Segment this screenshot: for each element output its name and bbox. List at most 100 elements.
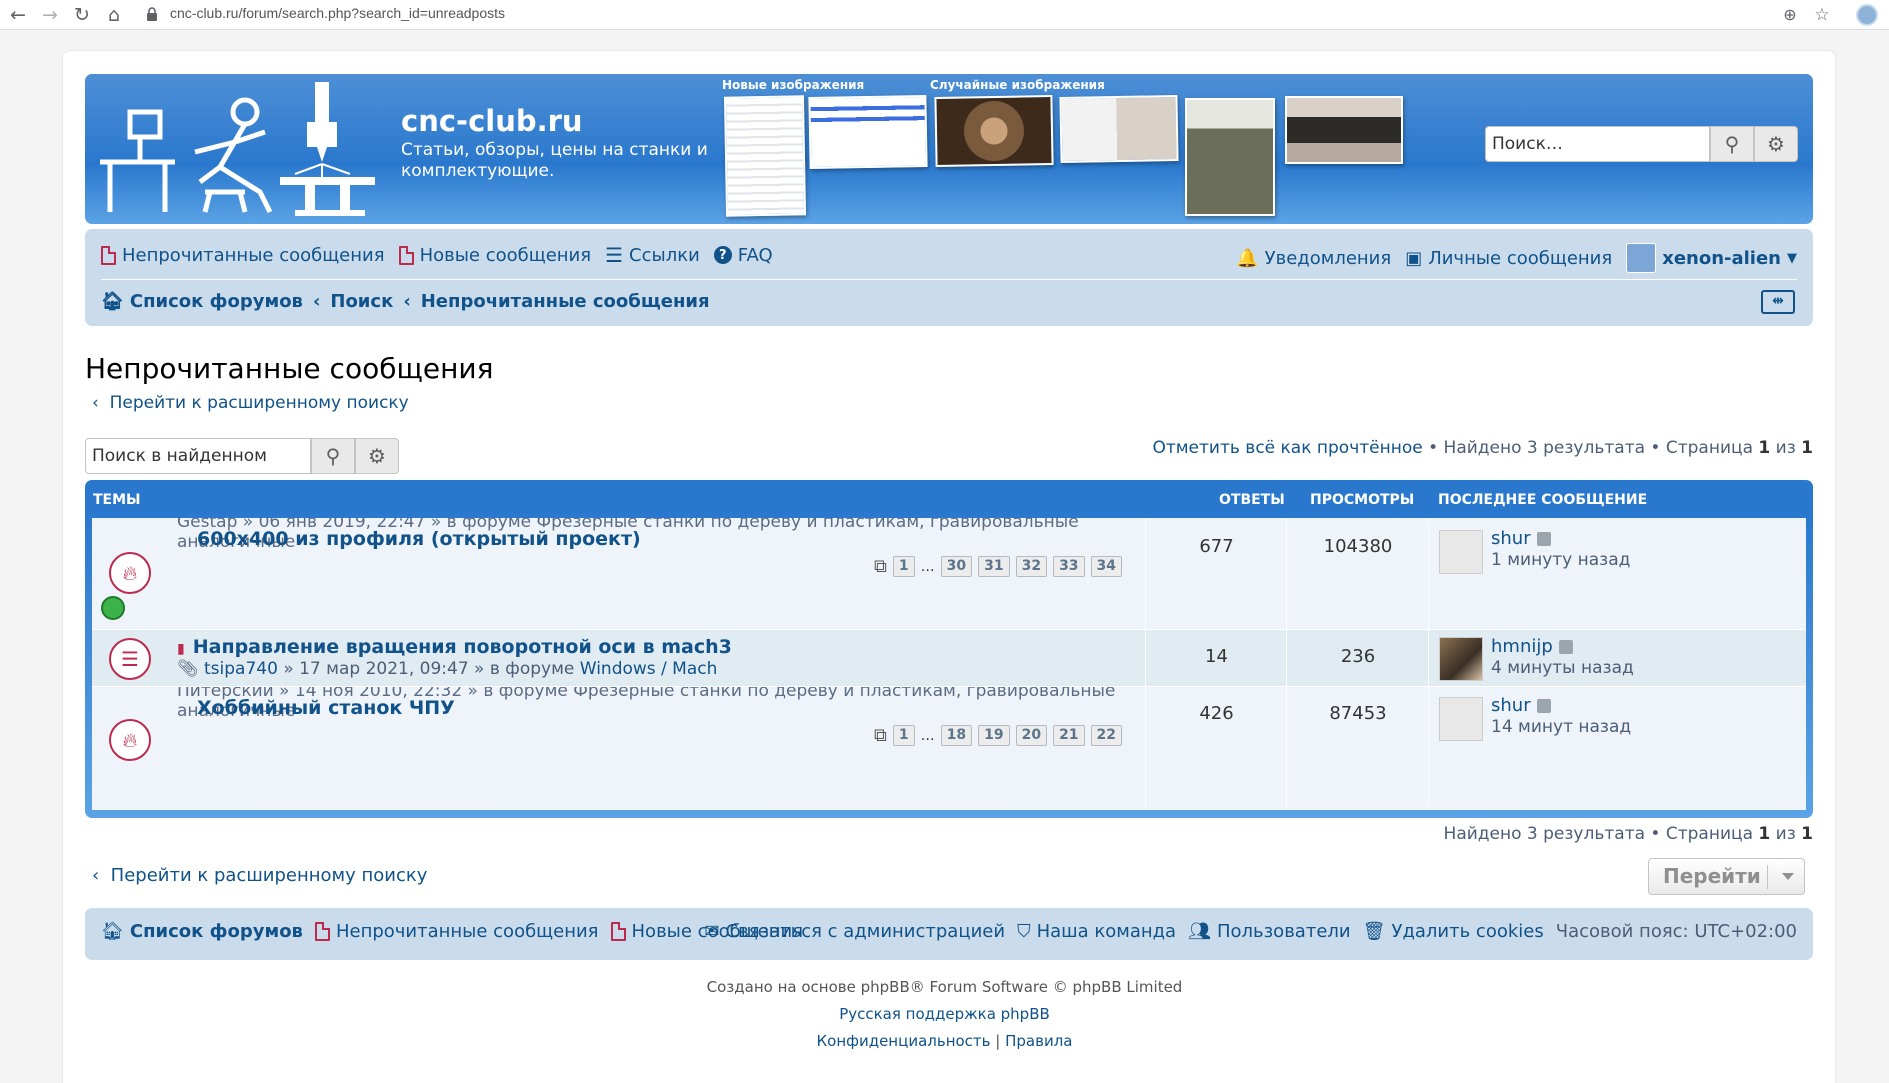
page-link[interactable]: 31 bbox=[978, 556, 1010, 577]
topic-row: 🔥︎ Питерский » 14 ноя 2010, 22:32 » в фо… bbox=[92, 687, 1806, 810]
user-menu[interactable]: xenon-alien ▼ bbox=[1626, 243, 1797, 273]
nav-links-link[interactable]: ☰ Ссылки bbox=[605, 243, 700, 267]
inbox-icon: ▣ bbox=[1405, 247, 1423, 269]
replies-cell: 14 bbox=[1145, 630, 1286, 686]
header-search-input[interactable]: Поиск… bbox=[1485, 126, 1710, 162]
random-image-thumb-4[interactable] bbox=[1285, 96, 1403, 164]
topic-author-link[interactable]: tsipa740 bbox=[204, 659, 278, 679]
go-to-post-icon[interactable] bbox=[1536, 532, 1551, 546]
nav-pm-link[interactable]: ▣ Личные сообщения bbox=[1405, 248, 1612, 269]
search-icon[interactable]: ⚲ bbox=[311, 438, 355, 474]
file-icon bbox=[610, 922, 626, 941]
nav-faq-link[interactable]: ? FAQ bbox=[713, 245, 773, 266]
forward-icon[interactable]: → bbox=[38, 3, 62, 27]
last-post-author[interactable]: shur bbox=[1491, 528, 1551, 549]
pages-icon: ⧉ bbox=[874, 556, 887, 577]
random-image-thumb-2[interactable] bbox=[1059, 94, 1179, 164]
advanced-search-link-bottom[interactable]: ‹ Перейти к расширенному поиску bbox=[92, 865, 427, 886]
page-link[interactable]: 21 bbox=[1053, 725, 1085, 746]
header-views: ПРОСМОТРЫ bbox=[1310, 492, 1415, 508]
views-cell: 87453 bbox=[1286, 687, 1428, 810]
nav-new-posts-link[interactable]: Новые сообщения bbox=[398, 245, 591, 266]
page-link[interactable]: 33 bbox=[1053, 556, 1085, 577]
nav-notifications-link[interactable]: 🔔 Уведомления bbox=[1236, 248, 1391, 269]
advanced-search-gear-icon[interactable]: ⚙ bbox=[1754, 126, 1798, 162]
topic-title-link[interactable]: 600х400 из профиля (открытый проект) bbox=[197, 528, 641, 550]
breadcrumb-search[interactable]: Поиск bbox=[330, 291, 393, 312]
reload-icon[interactable]: ↻ bbox=[70, 3, 94, 27]
footer-contact-link[interactable]: ✉ Связаться с администрацией bbox=[704, 921, 1005, 942]
gear-icon[interactable]: ⚙ bbox=[355, 438, 399, 474]
nav-unread-link[interactable]: Непрочитанные сообщения bbox=[101, 245, 385, 266]
header-replies: ОТВЕТЫ bbox=[1219, 492, 1285, 508]
search-icon[interactable]: ⚲ bbox=[1710, 126, 1754, 162]
site-logo[interactable] bbox=[95, 82, 385, 218]
breadcrumb-home[interactable]: 🏠︎ Список форумов bbox=[101, 291, 303, 312]
random-image-thumb-3[interactable] bbox=[1185, 98, 1275, 216]
home-icon[interactable]: ⌂ bbox=[102, 3, 126, 27]
emoji-icon bbox=[101, 596, 125, 620]
copyright: Создано на основе phpBB® Forum Software … bbox=[706, 978, 1183, 996]
page-link[interactable]: 34 bbox=[1090, 556, 1123, 577]
page-title: Непрочитанные сообщения bbox=[85, 352, 494, 385]
last-post-cell: shur 1 минуту назад bbox=[1428, 518, 1806, 629]
page-link[interactable]: 18 bbox=[940, 725, 973, 746]
rules-link[interactable]: Правила bbox=[1005, 1032, 1072, 1050]
timezone-label: Часовой пояс: UTC+02:00 bbox=[1555, 921, 1797, 942]
home-icon: 🏠︎ bbox=[101, 291, 124, 312]
fullwidth-toggle-icon[interactable]: ⇹ bbox=[1761, 290, 1795, 314]
bookmark-star-icon[interactable]: ☆ bbox=[1810, 3, 1834, 27]
footer-nav: 🏠︎ Список форумов Непрочитанные сообщения… bbox=[85, 908, 1813, 960]
caret-down-icon bbox=[1782, 873, 1794, 880]
profile-avatar[interactable] bbox=[1856, 4, 1878, 26]
go-to-post-icon[interactable] bbox=[1558, 640, 1573, 654]
avatar[interactable] bbox=[1439, 697, 1483, 741]
random-image-thumb-1[interactable] bbox=[934, 94, 1054, 168]
footer-users-link[interactable]: 👥︎ Пользователи bbox=[1188, 921, 1351, 942]
last-post-author[interactable]: hmnijp bbox=[1491, 636, 1573, 657]
russian-support-link[interactable]: Русская поддержка phpBB bbox=[0, 1005, 1889, 1023]
footer-forums-link[interactable]: 🏠︎ Список форумов bbox=[101, 921, 303, 942]
unread-file-icon: ▮ bbox=[177, 641, 185, 657]
forum-link[interactable]: Windows / Mach bbox=[580, 659, 718, 679]
last-post-author[interactable]: shur bbox=[1491, 695, 1551, 716]
back-icon[interactable]: ← bbox=[6, 3, 30, 27]
nav-bar: Непрочитанные сообщения Новые сообщения … bbox=[85, 229, 1813, 326]
footer-team-link[interactable]: ⛉ Наша команда bbox=[1017, 921, 1176, 942]
new-image-thumb-2[interactable] bbox=[808, 94, 928, 170]
zoom-icon[interactable]: ⊕ bbox=[1778, 3, 1802, 27]
jump-to-button[interactable]: Перейти bbox=[1648, 858, 1805, 895]
footer-unread-link[interactable]: Непрочитанные сообщения bbox=[314, 921, 599, 942]
page-link[interactable]: 30 bbox=[940, 556, 973, 577]
page-link[interactable]: 1 bbox=[892, 725, 915, 746]
chevron-left-icon: ‹ bbox=[403, 291, 411, 312]
footer-cookies-link[interactable]: 🗑︎ Удалить cookies bbox=[1363, 921, 1544, 942]
user-avatar bbox=[1626, 243, 1657, 273]
new-image-thumb-1[interactable] bbox=[723, 95, 807, 217]
users-icon: 👥︎ bbox=[1188, 921, 1211, 942]
go-to-post-icon[interactable] bbox=[1536, 699, 1551, 713]
pagination-top: Отметить всё как прочтённое • Найдено 3 … bbox=[1152, 438, 1813, 458]
page-link[interactable]: 19 bbox=[978, 725, 1010, 746]
avatar[interactable] bbox=[1439, 530, 1483, 574]
mark-all-read-link[interactable]: Отметить всё как прочтённое bbox=[1152, 438, 1422, 458]
topic-title-link[interactable]: ▮ Направление вращения поворотной оси в m… bbox=[177, 636, 732, 658]
page-link[interactable]: 1 bbox=[892, 556, 915, 577]
advanced-search-link[interactable]: ‹ Перейти к расширенному поиску bbox=[92, 393, 409, 413]
search-in-results-input[interactable]: Поиск в найденном bbox=[85, 438, 311, 474]
home-icon: 🏠︎ bbox=[101, 921, 124, 942]
hot-topic-icon: 🔥︎ bbox=[109, 719, 151, 761]
page-link[interactable]: 20 bbox=[1015, 725, 1048, 746]
replies-cell: 426 bbox=[1145, 687, 1286, 810]
avatar[interactable] bbox=[1439, 637, 1483, 681]
page-link[interactable]: 22 bbox=[1090, 725, 1123, 746]
question-circle-icon: ? bbox=[713, 246, 732, 264]
chevron-left-icon: ‹ bbox=[312, 291, 321, 312]
privacy-link[interactable]: Конфиденциальность bbox=[817, 1032, 991, 1050]
topic-meta: 📎︎ tsipa740 » 17 мар 2021, 09:47 » в фор… bbox=[177, 659, 718, 679]
site-title[interactable]: cnc-club.ru bbox=[401, 104, 583, 138]
page-link[interactable]: 32 bbox=[1015, 556, 1048, 577]
topic-title-link[interactable]: Хоббийный станок ЧПУ bbox=[197, 697, 455, 719]
breadcrumb-unread[interactable]: Непрочитанные сообщения bbox=[421, 291, 710, 312]
address-bar[interactable]: cnc-club.ru/forum/search.php?search_id=u… bbox=[170, 5, 505, 21]
